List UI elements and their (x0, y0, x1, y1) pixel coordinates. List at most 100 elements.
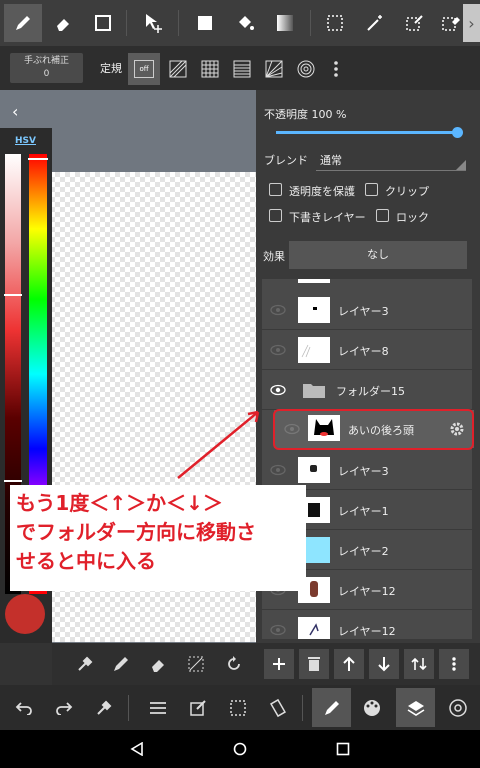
sv-marker-2 (4, 480, 22, 482)
magic-wand-tool-icon[interactable] (356, 4, 394, 42)
protect-alpha-label: 透明度を保護 (289, 185, 355, 198)
eraser-icon[interactable] (149, 655, 167, 673)
delete-layer-icon[interactable] (299, 649, 329, 679)
ruler-perspective-icon[interactable] (226, 53, 258, 85)
clipping-label: クリップ (385, 185, 429, 198)
stabilizer-button[interactable]: 手ぶれ補正 0 (10, 53, 83, 83)
pen-icon[interactable] (112, 655, 130, 673)
draft-layer-checkbox[interactable] (269, 209, 282, 222)
move-layer-down-icon[interactable] (369, 649, 399, 679)
layer-name: レイヤー1 (338, 505, 389, 518)
blend-mode-select[interactable]: 通常 (320, 152, 342, 168)
effect-button[interactable]: なし (289, 241, 467, 269)
redo-icon[interactable] (44, 688, 83, 727)
ruler-concentric-icon[interactable] (290, 53, 322, 85)
eye-icon[interactable] (270, 343, 286, 357)
menu-icon[interactable] (138, 688, 177, 727)
rotate-icon[interactable] (225, 655, 243, 673)
folder-row[interactable]: フォルダー15 (262, 371, 472, 410)
hsv-tab[interactable]: HSV (15, 136, 36, 146)
eye-icon[interactable] (270, 303, 286, 317)
move-layer-up-icon[interactable] (334, 649, 364, 679)
layer-thumbnail (298, 617, 330, 639)
annotation-line-2: でフォルダー方向に移動さ (16, 520, 256, 544)
eye-icon[interactable] (270, 383, 286, 397)
selection-icon[interactable] (218, 688, 257, 727)
lock-checkbox[interactable] (376, 209, 389, 222)
blend-label: ブレンド (264, 154, 308, 167)
material-icon[interactable] (438, 688, 477, 727)
layer-row[interactable]: レイヤー8 (262, 331, 472, 370)
ruler-label: 定規 (100, 62, 122, 75)
system-nav-bar (0, 730, 480, 768)
annotation-box: もう1度＜↑＞か＜↓＞ でフォルダー方向に移動さ せると中に入る (10, 485, 306, 591)
ruler-off-label: off (134, 60, 154, 78)
ruler-grid-icon[interactable] (194, 53, 226, 85)
eraser-tool-icon[interactable] (44, 4, 82, 42)
fill-rect-tool-icon[interactable] (186, 4, 224, 42)
eye-icon[interactable] (270, 623, 286, 637)
nav-recents-icon[interactable] (336, 742, 350, 756)
lock-label: ロック (396, 211, 429, 224)
eye-icon[interactable] (270, 463, 286, 477)
chevron-left-icon[interactable]: ‹ (12, 102, 18, 121)
add-layer-icon[interactable] (264, 649, 294, 679)
select-pen-tool-icon[interactable] (396, 4, 434, 42)
draft-layer-label: 下書きレイヤー (289, 211, 366, 224)
folder-name: フォルダー15 (336, 385, 405, 398)
bucket-tool-icon[interactable] (226, 4, 264, 42)
layer-thumbnail (298, 457, 330, 483)
stabilizer-label: 手ぶれ補正 (23, 56, 69, 66)
palette-icon[interactable] (352, 688, 391, 727)
shape-tool-icon[interactable] (84, 4, 122, 42)
ruler-parallel-icon[interactable] (162, 53, 194, 85)
nav-home-icon[interactable] (233, 742, 247, 756)
layer-row[interactable]: レイヤー3 (262, 291, 472, 330)
more-options-icon[interactable] (320, 53, 352, 85)
edit-icon[interactable] (178, 688, 217, 727)
layer-name: レイヤー12 (338, 585, 396, 598)
annotation-line-3: せると中に入る (16, 549, 156, 573)
top-toolbar: › (0, 0, 480, 46)
layer-name: レイヤー3 (338, 465, 389, 478)
effect-label: 効果 (263, 250, 285, 263)
layer-row[interactable]: レイヤー12 (262, 611, 472, 639)
gradient-tool-icon[interactable] (266, 4, 304, 42)
merge-layer-icon[interactable] (404, 649, 434, 679)
layers-icon[interactable] (396, 688, 435, 727)
quick-tools-bar (52, 643, 260, 685)
rotate-canvas-icon[interactable] (258, 688, 297, 727)
layer-more-icon[interactable] (439, 649, 469, 679)
opacity-slider-knob[interactable] (452, 127, 463, 138)
select-rect-tool-icon[interactable] (316, 4, 354, 42)
sv-marker (4, 294, 22, 296)
brush-panel-icon[interactable] (312, 688, 351, 727)
current-color-swatch[interactable] (5, 594, 45, 634)
eyedropper-icon[interactable] (84, 688, 123, 727)
opacity-label: 不透明度 100 % (264, 108, 347, 121)
eyedropper-icon[interactable] (76, 655, 94, 673)
nav-back-icon[interactable] (130, 742, 144, 756)
layer-thumbnail (298, 297, 330, 323)
ruler-bar: 手ぶれ補正 0 定規 off (0, 46, 480, 90)
brush-tool-icon[interactable] (4, 4, 42, 42)
select-clear-icon[interactable] (187, 655, 205, 673)
ruler-radial-icon[interactable] (258, 53, 290, 85)
clipping-checkbox[interactable] (365, 183, 378, 196)
protect-alpha-checkbox[interactable] (269, 183, 282, 196)
undo-icon[interactable] (4, 688, 43, 727)
layer-tools-bar (256, 643, 480, 685)
stabilizer-value: 0 (43, 69, 50, 79)
annotation-line-1: もう1度＜↑＞か＜↓＞ (16, 491, 223, 515)
layer-name: レイヤー2 (338, 545, 389, 558)
folder-icon (303, 384, 325, 398)
bottom-bar (0, 685, 480, 730)
layer-thumbnail (298, 337, 330, 363)
layer-name: レイヤー12 (338, 625, 396, 638)
chevron-right-icon[interactable]: › (463, 4, 480, 42)
ruler-off-button[interactable]: off (128, 53, 160, 85)
layer-name: レイヤー8 (338, 345, 389, 358)
layer-name: レイヤー3 (338, 305, 389, 318)
opacity-slider[interactable] (276, 131, 458, 134)
move-tool-icon[interactable] (134, 4, 172, 42)
